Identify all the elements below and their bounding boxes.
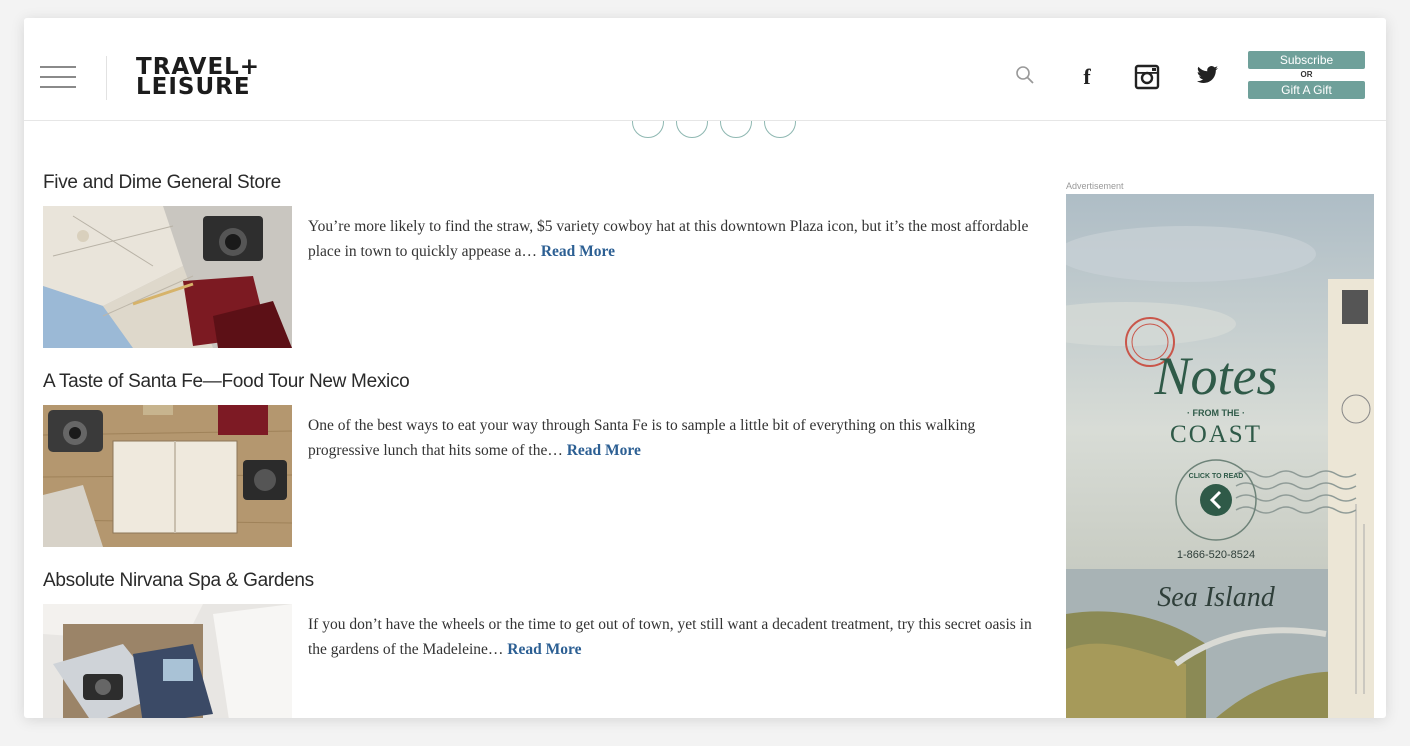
instagram-icon[interactable] bbox=[1134, 64, 1160, 90]
ad-brand: Sea Island bbox=[1157, 582, 1275, 613]
article-image[interactable] bbox=[43, 206, 292, 348]
logo-line-2: LEISURE bbox=[136, 74, 251, 100]
ad-label: Advertisement bbox=[1066, 181, 1124, 191]
article-excerpt-text: You’re more likely to find the straw, $5… bbox=[308, 218, 1029, 260]
twitter-icon[interactable] bbox=[1195, 64, 1221, 90]
article-excerpt: If you don’t have the wheels or the time… bbox=[308, 612, 1038, 662]
ad-phone: 1-866-520-8524 bbox=[1177, 549, 1255, 561]
ad-click-text: CLICK TO READ bbox=[1189, 473, 1244, 480]
gift-button[interactable]: Gift A Gift bbox=[1248, 81, 1365, 99]
site-logo[interactable]: TRAVEL+ LEISURE bbox=[136, 56, 260, 100]
article-title[interactable]: Absolute Nirvana Spa & Gardens bbox=[43, 570, 314, 592]
article-image[interactable] bbox=[43, 604, 292, 718]
ad-title-script: Notes bbox=[1153, 346, 1277, 406]
article-excerpt: One of the best ways to eat your way thr… bbox=[308, 413, 1038, 463]
article-title[interactable]: Five and Dime General Store bbox=[43, 172, 281, 194]
or-label: OR bbox=[1300, 70, 1313, 79]
article-excerpt-text: If you don’t have the wheels or the time… bbox=[308, 616, 1032, 658]
read-more-link[interactable]: Read More bbox=[541, 243, 615, 260]
subscribe-group: Subscribe OR Gift A Gift bbox=[1248, 51, 1365, 105]
facebook-icon[interactable]: f bbox=[1074, 64, 1100, 90]
article-excerpt-text: One of the best ways to eat your way thr… bbox=[308, 417, 976, 459]
search-icon[interactable] bbox=[1012, 64, 1038, 90]
header-divider bbox=[106, 56, 107, 100]
ad-title-from: · FROM THE · bbox=[1187, 408, 1245, 418]
browser-viewport: TRAVEL+ LEISURE f Subscribe OR Gift A Gi… bbox=[24, 18, 1386, 718]
subscribe-button[interactable]: Subscribe bbox=[1248, 51, 1365, 69]
site-header: TRAVEL+ LEISURE f Subscribe OR Gift A Gi… bbox=[24, 18, 1386, 121]
read-more-link[interactable]: Read More bbox=[507, 641, 581, 658]
ad-title-coast: COAST bbox=[1170, 421, 1262, 448]
article-image[interactable] bbox=[43, 405, 292, 547]
menu-icon[interactable] bbox=[40, 66, 78, 92]
advertisement[interactable]: Notes · FROM THE · COAST CLICK TO READ 1… bbox=[1066, 194, 1374, 718]
article-excerpt: You’re more likely to find the straw, $5… bbox=[308, 214, 1038, 264]
read-more-link[interactable]: Read More bbox=[567, 442, 641, 459]
article-title[interactable]: A Taste of Santa Fe—Food Tour New Mexico bbox=[43, 371, 410, 393]
